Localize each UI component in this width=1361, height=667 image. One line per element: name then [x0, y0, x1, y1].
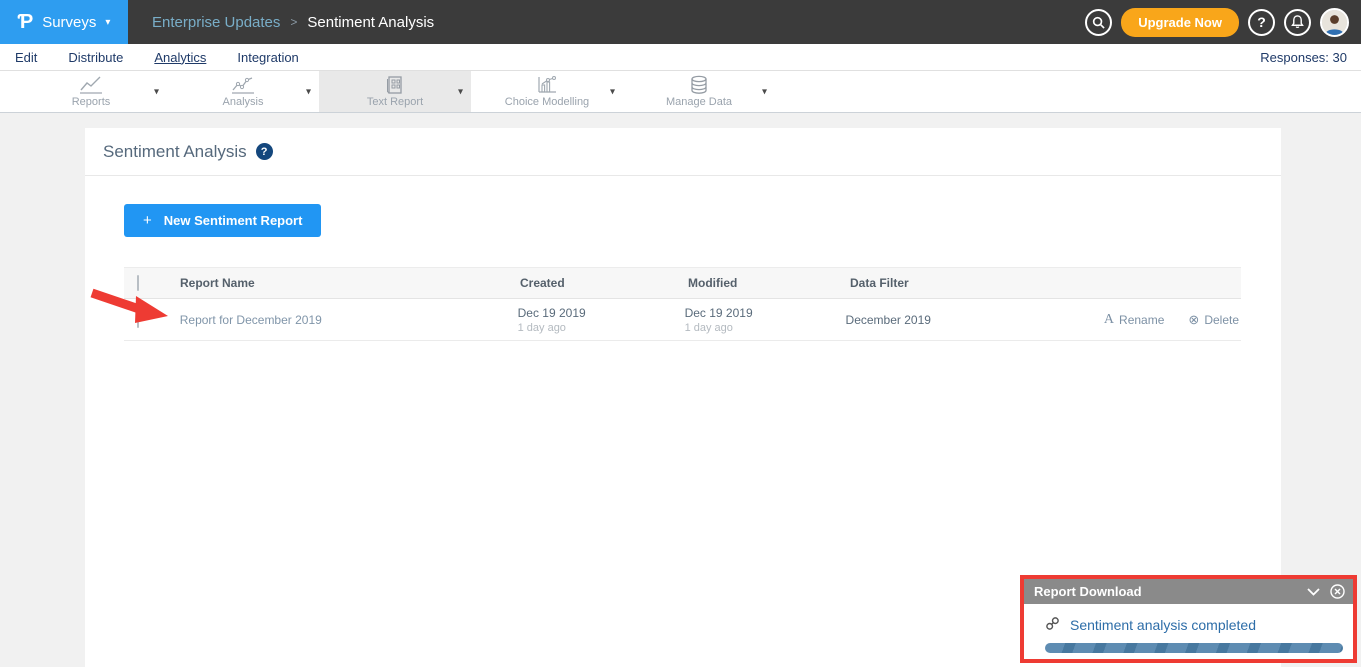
top-bar: Ƥ Surveys ▾ Enterprise Updates > Sentime…: [0, 0, 1361, 44]
rename-button[interactable]: A Rename: [1104, 312, 1164, 328]
rename-letter-icon: A: [1104, 312, 1114, 328]
modified-date: Dec 19 2019: [685, 306, 846, 320]
scatter-chart-icon: [231, 76, 255, 95]
nav-tab-integration[interactable]: Integration: [237, 50, 298, 65]
analytics-toolbar: Reports ▾ Analysis ▾ Text Report ▾ Choic…: [0, 71, 1361, 113]
report-name-link[interactable]: Report for December 2019: [180, 313, 322, 327]
modified-relative-time: 1 day ago: [685, 322, 846, 334]
chevron-down-icon[interactable]: ▾: [762, 86, 767, 97]
download-completed-link[interactable]: Sentiment analysis completed: [1045, 616, 1339, 634]
new-sentiment-report-button[interactable]: + New Sentiment Report: [124, 204, 321, 237]
nav-tab-distribute[interactable]: Distribute: [68, 50, 123, 65]
database-icon: [689, 75, 709, 95]
breadcrumb-survey-name[interactable]: Enterprise Updates: [152, 14, 280, 31]
link-chain-icon: [1045, 616, 1060, 634]
page-title: Sentiment Analysis: [103, 142, 247, 162]
rename-label: Rename: [1119, 313, 1164, 327]
reports-table: Report Name Created Modified Data Filter…: [124, 267, 1241, 341]
delete-label: Delete: [1204, 313, 1239, 327]
close-icon[interactable]: [1330, 584, 1345, 599]
toolbar-item-label: Manage Data: [666, 96, 732, 108]
breadcrumb-separator-icon: >: [290, 15, 297, 29]
delete-button[interactable]: ⊗ Delete: [1188, 312, 1239, 328]
line-chart-icon: [79, 76, 103, 95]
column-header-created: Created: [520, 276, 688, 290]
toolbar-item-label: Text Report: [367, 96, 423, 108]
breadcrumb-current-page: Sentiment Analysis: [307, 14, 434, 31]
report-download-header[interactable]: Report Download: [1024, 579, 1353, 604]
breadcrumb: Enterprise Updates > Sentiment Analysis: [152, 14, 434, 31]
nav-tab-edit[interactable]: Edit: [15, 50, 37, 65]
table-row: Report for December 2019 Dec 19 2019 1 d…: [124, 299, 1241, 341]
toolbar-item-manage-data[interactable]: Manage Data ▾: [623, 71, 775, 112]
column-header-data-filter: Data Filter: [850, 276, 1110, 290]
delete-circle-x-icon: ⊗: [1188, 312, 1199, 328]
table-header-row: Report Name Created Modified Data Filter: [124, 267, 1241, 299]
report-download-panel: Report Download Sentiment analysis compl…: [1020, 575, 1357, 663]
chevron-down-icon[interactable]: ▾: [458, 86, 463, 97]
report-download-title: Report Download: [1034, 584, 1142, 599]
user-avatar[interactable]: [1320, 8, 1349, 37]
select-all-checkbox[interactable]: [137, 275, 139, 291]
new-report-button-label: New Sentiment Report: [164, 213, 303, 228]
panel-header: Sentiment Analysis ?: [85, 128, 1281, 176]
surveys-product-menu[interactable]: Ƥ Surveys ▾: [0, 0, 128, 44]
responses-count[interactable]: Responses: 30: [1260, 50, 1361, 65]
chevron-down-icon[interactable]: ▾: [154, 86, 159, 97]
column-header-report-name: Report Name: [180, 276, 520, 290]
plus-icon: +: [143, 212, 152, 229]
topbar-actions: Upgrade Now ?: [1085, 8, 1361, 37]
data-filter-value: December 2019: [846, 313, 931, 327]
help-question-icon[interactable]: ?: [256, 143, 273, 160]
nav-tab-analytics[interactable]: Analytics: [154, 50, 206, 65]
questionpro-logo-icon: Ƥ: [18, 11, 34, 34]
collapse-chevron-icon[interactable]: [1307, 588, 1320, 596]
created-relative-time: 1 day ago: [518, 322, 685, 334]
toolbar-item-text-report[interactable]: Text Report ▾: [319, 71, 471, 112]
help-icon[interactable]: ?: [1248, 9, 1275, 36]
choice-modelling-icon: [536, 75, 558, 95]
text-report-icon: [385, 75, 405, 95]
toolbar-item-reports[interactable]: Reports ▾: [15, 71, 167, 112]
survey-nav-bar: Edit Distribute Analytics Integration Re…: [0, 44, 1361, 71]
download-progress-bar: [1045, 643, 1343, 653]
chevron-down-icon: ▾: [105, 17, 110, 28]
created-date: Dec 19 2019: [518, 306, 685, 320]
sentiment-analysis-page: { "topbar": { "logo_glyph": "Ƥ", "produc…: [0, 0, 1361, 667]
download-completed-label: Sentiment analysis completed: [1070, 617, 1256, 633]
toolbar-item-choice-modelling[interactable]: Choice Modelling ▾: [471, 71, 623, 112]
column-header-modified: Modified: [688, 276, 850, 290]
row-checkbox[interactable]: [137, 312, 139, 328]
toolbar-item-label: Analysis: [223, 96, 264, 108]
toolbar-item-analysis[interactable]: Analysis ▾: [167, 71, 319, 112]
chevron-down-icon[interactable]: ▾: [306, 86, 311, 97]
notifications-bell-icon[interactable]: [1284, 9, 1311, 36]
report-download-body: Sentiment analysis completed: [1024, 604, 1353, 653]
toolbar-item-label: Reports: [72, 96, 111, 108]
product-name: Surveys: [42, 14, 96, 31]
toolbar-item-label: Choice Modelling: [505, 96, 589, 108]
chevron-down-icon[interactable]: ▾: [610, 86, 615, 97]
search-icon[interactable]: [1085, 9, 1112, 36]
upgrade-now-button[interactable]: Upgrade Now: [1121, 8, 1239, 37]
